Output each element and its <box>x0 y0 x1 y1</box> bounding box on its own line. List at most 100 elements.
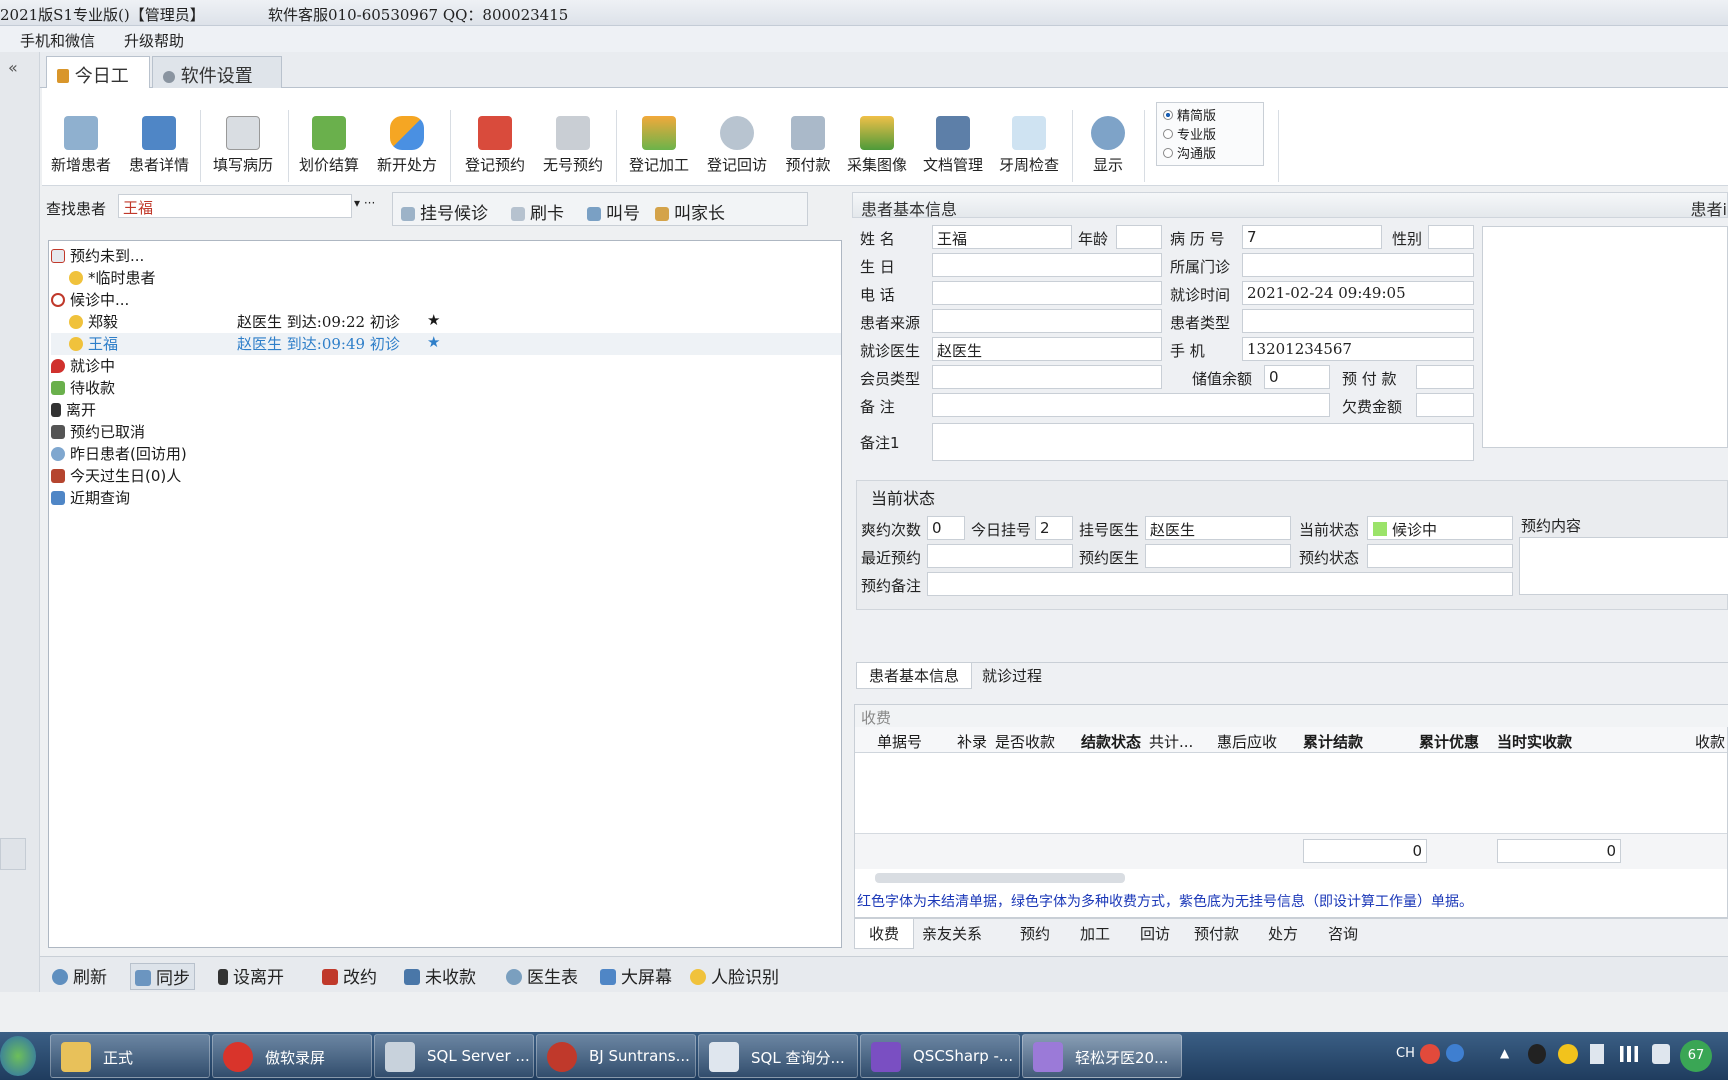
tab-prescription[interactable]: 处方 <box>1268 923 1298 944</box>
tree-birthdays[interactable]: 今天过生日(0)人 <box>51 465 181 487</box>
document-management-button[interactable]: 文档管理 <box>918 116 988 184</box>
column-header[interactable]: 累计结款 <box>1303 731 1363 752</box>
subtab-visit-process[interactable]: 就诊过程 <box>982 665 1042 686</box>
age-field[interactable] <box>1116 225 1162 249</box>
new-prescription-button[interactable]: 新开处方 <box>372 116 442 184</box>
appt-note-field[interactable] <box>927 572 1513 596</box>
phone-field[interactable] <box>932 281 1162 305</box>
type-field[interactable] <box>1242 309 1474 333</box>
wechat-tray-icon[interactable] <box>1558 1044 1578 1064</box>
set-leave-button[interactable]: 设离开 <box>218 963 284 988</box>
tree-appointment-not-arrived[interactable]: 预约未到... <box>51 245 144 267</box>
register-appointment-button[interactable]: 登记预约 <box>460 116 530 184</box>
tree-yesterday-patients[interactable]: 昨日患者(回访用) <box>51 443 187 465</box>
doctor-table-button[interactable]: 医生表 <box>506 963 578 988</box>
tree-waiting[interactable]: 候诊中... <box>51 289 129 311</box>
reschedule-button[interactable]: 改约 <box>322 963 377 988</box>
last-appt-field[interactable] <box>927 544 1073 568</box>
note-field[interactable] <box>932 393 1330 417</box>
tray-expand-icon[interactable]: ▲ <box>1500 1046 1509 1060</box>
taskbar-item[interactable]: 正式 <box>50 1034 210 1078</box>
taskbar-item[interactable]: 傲软录屏 <box>212 1034 372 1078</box>
prepayment-button[interactable]: 预付款 <box>780 116 836 184</box>
edition-communication-radio[interactable]: 沟通版 <box>1163 143 1257 162</box>
edition-pro-radio[interactable]: 专业版 <box>1163 124 1257 143</box>
column-header[interactable]: 当时实收款 <box>1497 731 1572 752</box>
call-parent-button[interactable]: 叫家长 <box>655 199 725 224</box>
taskbar-item[interactable]: SQL Server ... <box>374 1034 534 1078</box>
tab-consult[interactable]: 咨询 <box>1328 923 1358 944</box>
miss-field[interactable]: 0 <box>927 516 965 540</box>
column-header[interactable]: 单据号 <box>877 731 922 752</box>
prepay-field[interactable] <box>1416 365 1474 389</box>
language-indicator[interactable]: CH <box>1396 1046 1415 1061</box>
volume-icon[interactable] <box>1652 1044 1670 1064</box>
network-icon[interactable] <box>1620 1046 1638 1062</box>
tab-settings[interactable]: 软件设置 × <box>152 56 282 108</box>
display-button[interactable]: 显示 <box>1078 116 1138 184</box>
clinic-field[interactable] <box>1242 253 1474 277</box>
visit-time-field[interactable]: 2021-02-24 09:49:05 <box>1242 281 1474 305</box>
balance-field[interactable]: 0 <box>1264 365 1330 389</box>
unpaid-button[interactable]: 未收款 <box>404 963 476 988</box>
qq-icon[interactable] <box>1528 1044 1546 1064</box>
record-number-field[interactable]: 7 <box>1242 225 1382 249</box>
refresh-button[interactable]: 刷新 <box>52 963 107 988</box>
register-waiting-button[interactable]: 挂号候诊 <box>401 199 488 224</box>
dropdown-icon[interactable]: ▾ ··· <box>354 196 375 210</box>
new-patient-button[interactable]: 新增患者 <box>46 116 116 184</box>
today-field[interactable]: 2 <box>1035 516 1073 540</box>
column-header[interactable]: 惠后应收 <box>1217 731 1277 752</box>
taskbar-item-active[interactable]: 轻松牙医20... <box>1022 1034 1182 1078</box>
tree-pending-payment[interactable]: 待收款 <box>51 377 115 399</box>
doctor-field[interactable]: 赵医生 <box>932 337 1162 361</box>
tab-charges[interactable]: 收费 <box>854 919 915 949</box>
tab-relatives[interactable]: 亲友关系 <box>922 923 982 944</box>
column-header[interactable]: 共计... <box>1149 731 1193 752</box>
taskbar-item[interactable]: SQL 查询分... <box>698 1034 858 1078</box>
fill-record-button[interactable]: 填写病历 <box>208 116 278 184</box>
strip-item[interactable] <box>0 838 26 870</box>
big-screen-button[interactable]: 大屏幕 <box>600 963 672 988</box>
collapse-icon[interactable]: « <box>8 58 18 77</box>
tab-today-work[interactable]: 今日工作 <box>46 56 150 113</box>
column-header[interactable]: 是否收款 <box>995 731 1055 752</box>
tree-patient-row-selected[interactable]: 王福 赵医生 到达:09:49 初诊 ★ <box>51 333 841 355</box>
tree-patient-row[interactable]: 郑毅 赵医生 到达:09:22 初诊 ★ <box>69 311 839 333</box>
taskbar-item[interactable]: QSCSharp -... <box>860 1034 1020 1078</box>
current-status-field[interactable]: 候诊中 <box>1367 516 1513 540</box>
performance-badge[interactable]: 67 <box>1680 1040 1712 1072</box>
debt-field[interactable] <box>1416 393 1474 417</box>
taskbar-item[interactable]: BJ Suntrans... <box>536 1034 696 1078</box>
appt-doctor-field[interactable] <box>1145 544 1291 568</box>
menu-mobile-wechat[interactable]: 手机和微信 <box>20 30 95 51</box>
register-processing-button[interactable]: 登记加工 <box>624 116 694 184</box>
column-header[interactable]: 结款状态 <box>1081 731 1141 752</box>
name-field[interactable]: 王福 <box>932 225 1072 249</box>
sync-button[interactable]: 同步 <box>130 963 195 990</box>
tree-recent-query[interactable]: 近期查询 <box>51 487 130 509</box>
sogou-icon[interactable] <box>1420 1044 1440 1064</box>
tab-prepayment[interactable]: 预付款 <box>1194 923 1239 944</box>
tree-left[interactable]: 离开 <box>51 399 96 421</box>
pricing-settlement-button[interactable]: 划价结算 <box>294 116 364 184</box>
reg-doctor-field[interactable]: 赵医生 <box>1145 516 1291 540</box>
source-field[interactable] <box>932 309 1162 333</box>
start-button-icon[interactable] <box>0 1036 36 1076</box>
face-recognition-button[interactable]: 人脸识别 <box>690 963 779 988</box>
edition-simple-radio[interactable]: 精简版 <box>1163 105 1257 124</box>
subtab-basic-info[interactable]: 患者基本信息 <box>856 663 973 689</box>
patient-details-button[interactable]: 患者详情 <box>124 116 194 184</box>
capture-image-button[interactable]: 采集图像 <box>842 116 912 184</box>
column-header[interactable]: 补录 <box>957 731 987 752</box>
tree-in-treatment[interactable]: 就诊中 <box>51 355 115 377</box>
member-type-field[interactable] <box>932 365 1162 389</box>
column-header[interactable]: 累计优惠 <box>1419 731 1479 752</box>
horizontal-scrollbar[interactable] <box>875 873 1125 883</box>
search-input[interactable]: 王福 <box>118 194 352 218</box>
help-icon[interactable] <box>1446 1044 1464 1062</box>
appt-status-field[interactable] <box>1367 544 1513 568</box>
no-number-appointment-button[interactable]: 无号预约 <box>538 116 608 184</box>
gender-field[interactable] <box>1428 225 1474 249</box>
call-number-button[interactable]: 叫号 <box>587 199 640 224</box>
